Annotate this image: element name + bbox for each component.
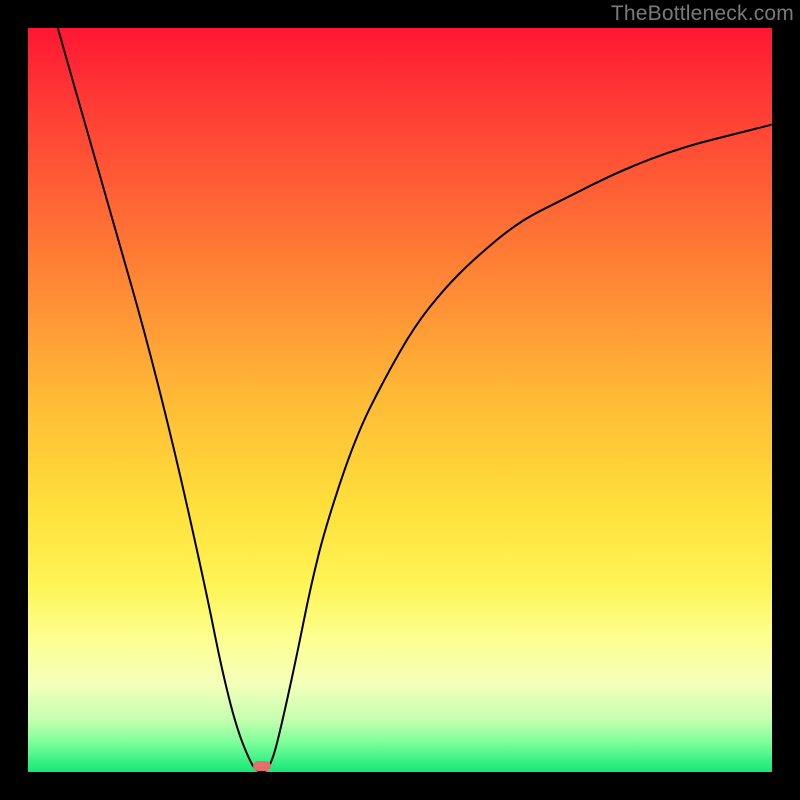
optimal-point-marker [253,761,271,771]
plot-area [28,28,772,772]
bottleneck-curve [58,28,772,772]
watermark-text: TheBottleneck.com [611,2,794,26]
curve-layer [28,28,772,772]
chart-frame: TheBottleneck.com [0,0,800,800]
